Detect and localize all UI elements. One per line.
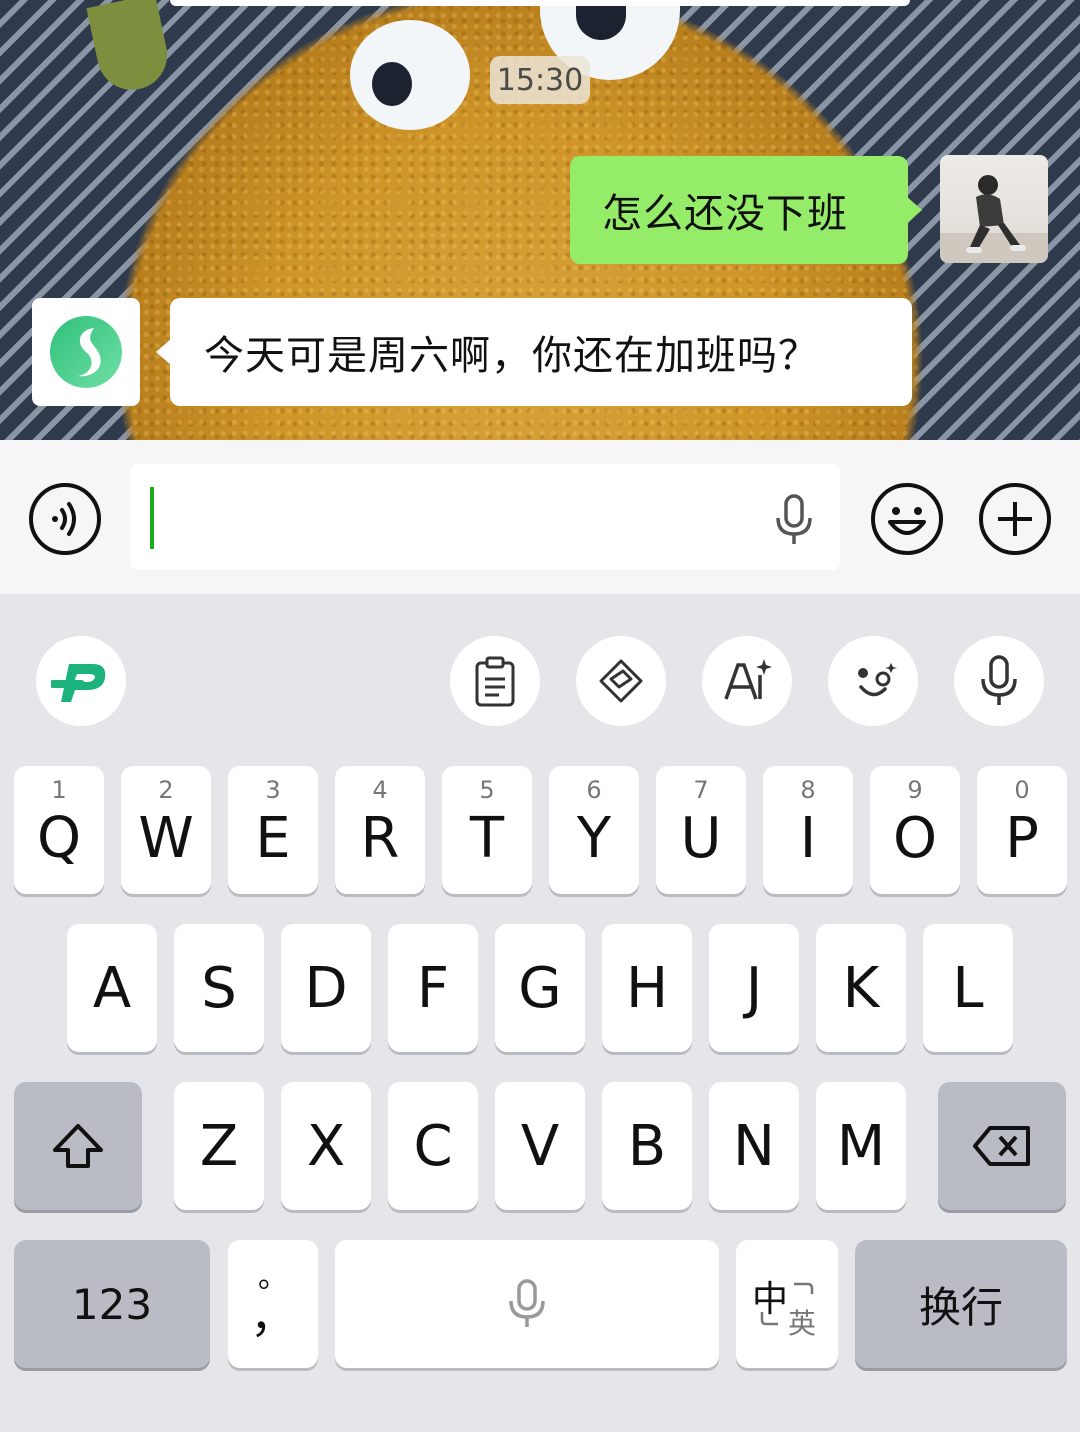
user-avatar[interactable]: [940, 155, 1048, 263]
backspace-icon: [973, 1126, 1030, 1166]
key-z[interactable]: Z: [174, 1082, 264, 1210]
text-cursor: [150, 487, 154, 549]
key-l[interactable]: L: [923, 924, 1013, 1052]
message-input[interactable]: [130, 464, 840, 570]
key-c[interactable]: C: [388, 1082, 478, 1210]
key-f[interactable]: F: [388, 924, 478, 1052]
shift-arrow-icon: [53, 1124, 103, 1168]
punctuation-key[interactable]: 。 ，: [228, 1240, 318, 1368]
ai-text-icon[interactable]: [702, 636, 792, 726]
key-m[interactable]: M: [816, 1082, 906, 1210]
punct-bottom-label: ，: [250, 1289, 296, 1343]
key-s[interactable]: S: [174, 924, 264, 1052]
microphone-icon[interactable]: [772, 494, 816, 546]
key-x[interactable]: X: [281, 1082, 371, 1210]
key-t[interactable]: 5T: [442, 766, 532, 894]
voice-wave-icon[interactable]: [28, 482, 102, 556]
assistant-logo-icon: [50, 316, 122, 388]
clipboard-icon[interactable]: [450, 636, 540, 726]
space-key[interactable]: [335, 1240, 719, 1368]
backspace-key[interactable]: [938, 1082, 1066, 1210]
key-b[interactable]: B: [602, 1082, 692, 1210]
key-e[interactable]: 3E: [228, 766, 318, 894]
emoji-icon[interactable]: [870, 482, 944, 556]
ime-logo-icon[interactable]: [36, 636, 126, 726]
key-k[interactable]: K: [816, 924, 906, 1052]
layers-icon[interactable]: [576, 636, 666, 726]
key-a[interactable]: A: [67, 924, 157, 1052]
assistant-avatar[interactable]: [32, 298, 140, 406]
language-switch-key[interactable]: 中 英: [736, 1240, 838, 1368]
key-h[interactable]: H: [602, 924, 692, 1052]
key-o[interactable]: 9O: [870, 766, 960, 894]
key-r[interactable]: 4R: [335, 766, 425, 894]
key-w[interactable]: 2W: [121, 766, 211, 894]
background-eye-left: [350, 20, 470, 130]
key-n[interactable]: N: [709, 1082, 799, 1210]
key-g[interactable]: G: [495, 924, 585, 1052]
shift-key[interactable]: [14, 1082, 142, 1210]
lang-bottom-label: 英: [788, 1307, 817, 1340]
key-y[interactable]: 6Y: [549, 766, 639, 894]
key-q[interactable]: 1Q: [14, 766, 104, 894]
key-u[interactable]: 7U: [656, 766, 746, 894]
key-d[interactable]: D: [281, 924, 371, 1052]
switch-arrow-back-icon: [760, 1312, 778, 1326]
message-timestamp: 15:30: [490, 56, 590, 104]
enter-key[interactable]: 换行: [855, 1240, 1067, 1368]
space-microphone-icon: [509, 1279, 545, 1327]
incoming-message-bubble[interactable]: 今天可是周六啊，你还在加班吗？: [156, 298, 912, 406]
plus-icon[interactable]: [978, 482, 1052, 556]
outgoing-message-bubble[interactable]: 怎么还没下班: [570, 156, 922, 264]
switch-arrow-icon: [794, 1282, 814, 1294]
key-p[interactable]: 0P: [977, 766, 1067, 894]
key-v[interactable]: V: [495, 1082, 585, 1210]
numbers-key[interactable]: 123: [14, 1240, 210, 1368]
key-j[interactable]: J: [709, 924, 799, 1052]
key-i[interactable]: 8I: [763, 766, 853, 894]
top-edge-strip: [170, 0, 910, 6]
face-icon[interactable]: [828, 636, 918, 726]
keyboard-microphone-icon[interactable]: [954, 636, 1044, 726]
